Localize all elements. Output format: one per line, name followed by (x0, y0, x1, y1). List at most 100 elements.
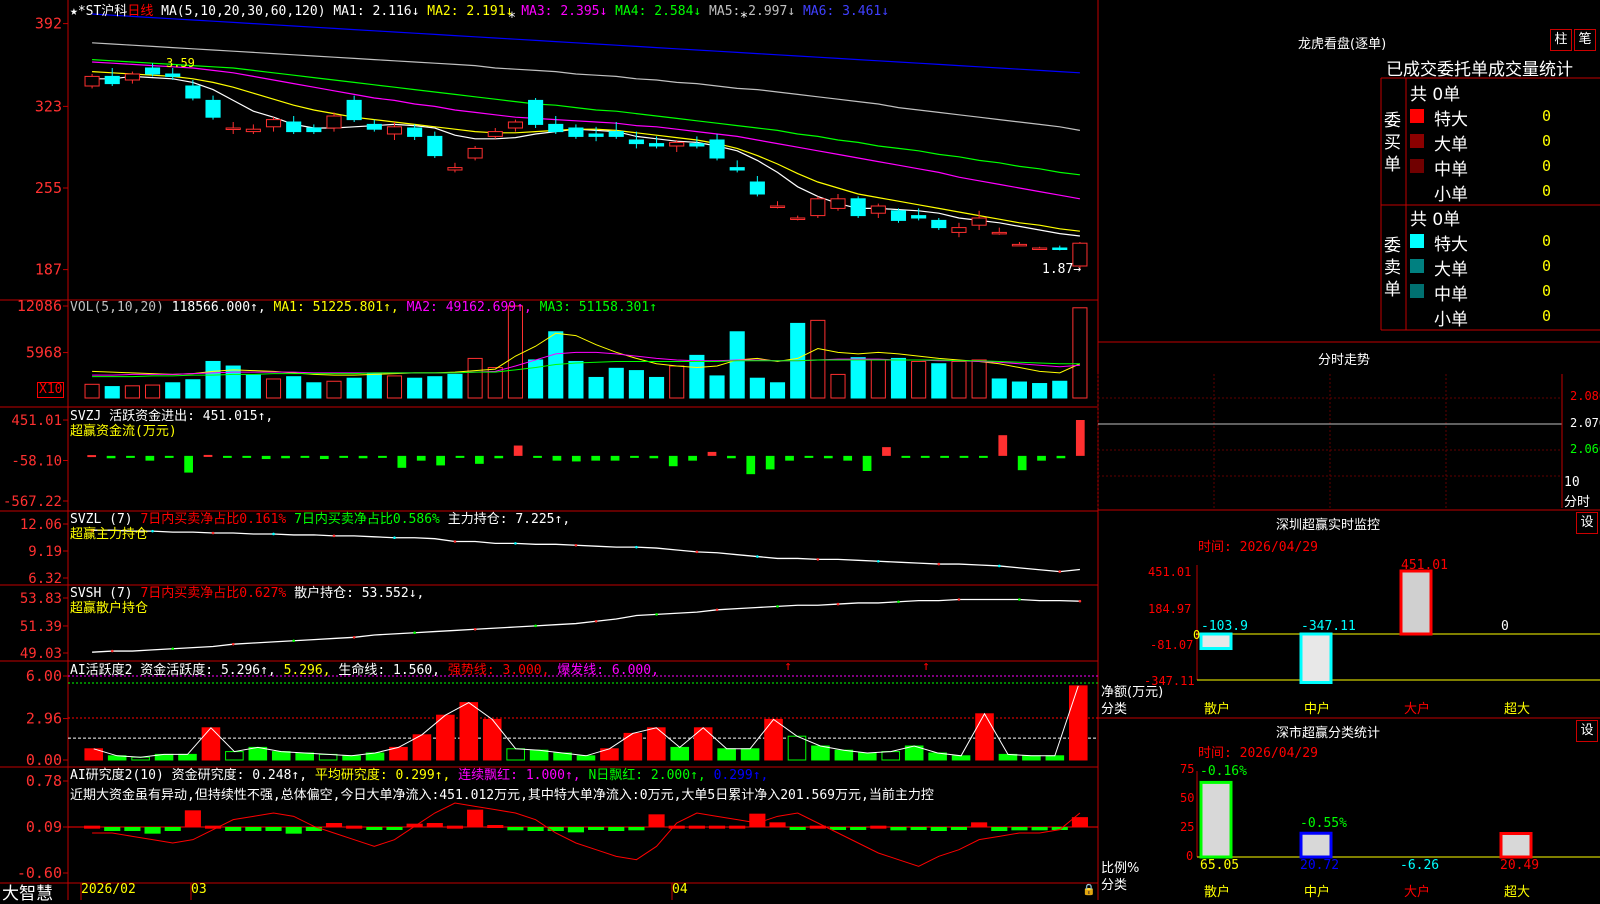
svzj-bar-42 (901, 455, 911, 458)
buy-row-swatch-2 (1410, 159, 1424, 173)
candle-body-12 (326, 115, 342, 129)
ai2-bar-43 (950, 827, 968, 830)
ai1-arrow-1: ↑ (784, 659, 792, 674)
candle-body-26 (608, 131, 624, 137)
vol-bar-47 (1032, 383, 1048, 399)
vol-unit-badge: X10 (37, 382, 65, 398)
svsh-t1: 7日内买卖净占比0.627% (140, 586, 287, 601)
buy-row-name-0: 特大 (1434, 110, 1468, 130)
svzj-bar-8 (242, 455, 252, 458)
ai2-bar-32 (729, 825, 746, 829)
vol-bar-40 (890, 357, 907, 399)
svzj-bar-36 (785, 455, 794, 461)
low-price-label: 1.87→ (1042, 262, 1082, 277)
vol-bar-49 (1072, 307, 1088, 399)
ai1-bar-30 (787, 735, 807, 761)
ai1-bar-11 (342, 755, 361, 761)
sz-bar-2 (1399, 569, 1433, 636)
ai2-bar-21 (507, 827, 524, 831)
buy-row-value-0: 0 (1542, 107, 1552, 125)
vol-ytick-1: 5968 (26, 344, 62, 362)
ai1-bar-42 (1068, 685, 1088, 761)
vol-bar-17 (427, 376, 443, 399)
ai2-t3: 连续飘红: 1.000↑, (458, 768, 581, 783)
svsh-point-10 (292, 639, 295, 643)
sz-cat-3: 大户 (1404, 702, 1431, 717)
svzj-ytick-2: -567.22 (3, 494, 62, 510)
svzl-ytick-0: 12.06 (20, 517, 62, 533)
sz-val-4: 0 (1501, 619, 1509, 634)
cl-cat-3: 大户 (1404, 885, 1431, 900)
svzj-bar-3 (145, 455, 155, 461)
svzj-bar-15 (378, 455, 387, 458)
ai2-bar-46 (1011, 827, 1028, 831)
tick-view-button[interactable]: 笔 (1574, 29, 1596, 51)
vol-bar-2 (124, 385, 140, 399)
period-label[interactable]: 日线 (127, 4, 153, 19)
candle-body-29 (669, 141, 685, 147)
sz-val-1: -103.9 (1201, 619, 1248, 634)
sz-monitor-settings-button[interactable]: 设 (1576, 512, 1598, 534)
candle-body-4 (165, 73, 181, 77)
cl-cat-1: 散户 (1204, 885, 1231, 900)
ma2-value: MA2: 2.191↓ (427, 4, 514, 19)
vol-bar-15 (386, 375, 403, 399)
cl-bar-3 (1499, 832, 1533, 859)
ai2-bar-24 (567, 827, 584, 833)
ma5-value: MA5: 2.997↓ (709, 4, 796, 19)
buy-row-name-2: 中单 (1434, 160, 1468, 180)
candle-body-34 (769, 205, 786, 208)
ai2-bar-8 (245, 827, 262, 831)
vol-bar-27 (628, 370, 644, 399)
cl-pct-1: -0.16% (1200, 764, 1247, 779)
cl-settings-button[interactable]: 设 (1576, 720, 1598, 742)
svsh-point-49 (1078, 599, 1082, 603)
svzj-bar-51 (1075, 420, 1085, 456)
vol-bar-45 (991, 378, 1007, 399)
candle-body-45 (991, 231, 1007, 235)
svzj-bar-24 (552, 455, 562, 461)
svzj-bar-25 (571, 455, 581, 462)
ai1-bar-41 (1045, 755, 1065, 761)
candle-body-9 (265, 119, 282, 128)
vol-bar-44 (971, 359, 987, 399)
svsh-point-43 (957, 598, 961, 601)
stock-name[interactable]: ★*ST沪科 (70, 4, 127, 19)
vol-ma3: MA3: 51158.301↑ (539, 300, 658, 315)
svzj-bar-38 (823, 455, 833, 459)
svsh-point-13 (352, 636, 356, 639)
ai2-summary: 近期大资金虽有异动,但持续性不强,总体偏空,今日大单净流入:451.012万元,… (70, 788, 934, 803)
lock-icon[interactable]: 🔒 (1082, 883, 1096, 896)
main-ytick-3: 187 (35, 261, 62, 279)
candle-body-3 (145, 67, 161, 75)
ai1-bar-9 (295, 752, 314, 761)
candle-body-43 (951, 227, 967, 233)
high-price-label: 3.59 (166, 56, 195, 70)
ai1-bar-6 (225, 751, 244, 761)
svzl-point-45 (997, 564, 1001, 568)
vol-bar-8 (245, 374, 261, 399)
vol-bar-48 (1052, 380, 1068, 399)
svzj-bar-35 (765, 455, 775, 470)
svzj-bar-10 (281, 455, 290, 459)
cl-ylabel-2: 分类 (1101, 878, 1128, 893)
intraday-corner-2: 分时 (1564, 495, 1591, 510)
ai1-bar-32 (834, 749, 854, 761)
vol-bar-9 (265, 378, 282, 399)
candle-body-21 (507, 121, 523, 129)
svzj-bar-33 (727, 455, 736, 459)
candle-body-39 (870, 205, 886, 214)
svzl-point-42 (937, 562, 941, 566)
svzj-bar-7 (223, 455, 232, 458)
svsh-ytick-2: 49.03 (20, 646, 62, 662)
column-view-button[interactable]: 柱 (1550, 29, 1572, 51)
vol-bar-34 (769, 382, 786, 399)
vol-bar-1 (104, 386, 120, 399)
svsh-point-4 (171, 647, 175, 651)
ai2-bar-25 (588, 827, 605, 830)
ai2-bar-30 (688, 825, 705, 829)
sz-bar-1 (1299, 632, 1333, 684)
ai2-bar-2 (124, 827, 141, 831)
cl-ytick-2: 50 (1180, 791, 1195, 805)
ai2-ytick-1: 0.09 (26, 818, 62, 836)
